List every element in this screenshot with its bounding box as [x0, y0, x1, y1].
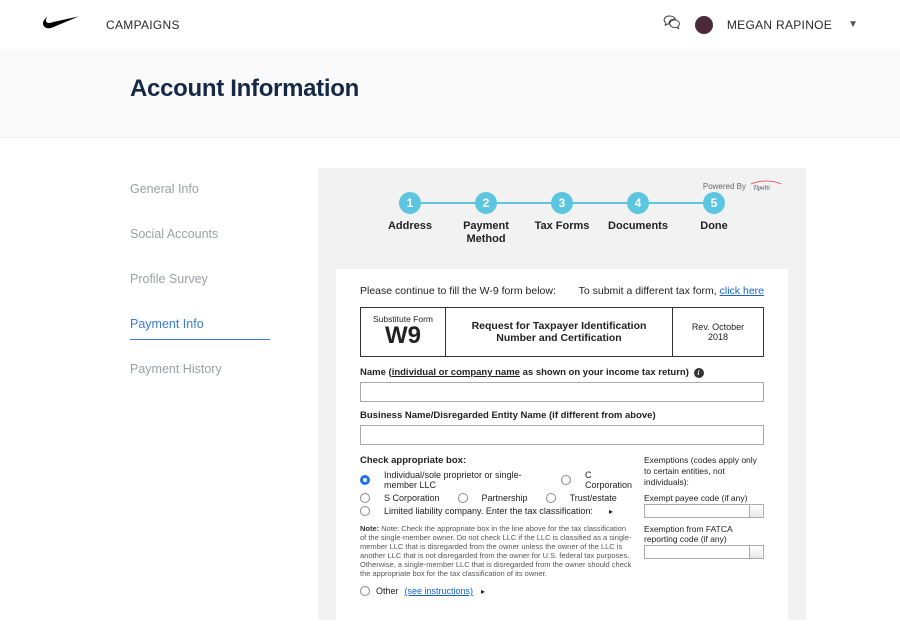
radio-partnership-label: Partnership [482, 493, 528, 503]
side-tab-general-info[interactable]: General Info [130, 168, 270, 205]
step-tax-forms[interactable]: 3 Tax Forms [524, 192, 600, 233]
tipalti-logo-icon: Tipalti [750, 180, 782, 192]
business-name-input[interactable] [360, 425, 764, 445]
form-header-left: Substitute Form W9 [361, 308, 446, 356]
stepper: 1 Address 2 Payment Method 3 Tax Forms 4… [336, 192, 788, 245]
step-circle: 2 [475, 192, 497, 214]
check-box-label: Check appropriate box: [360, 455, 632, 466]
content: General Info Social Accounts Profile Sur… [0, 138, 900, 620]
top-bar-right: MEGAN RAPINOE ▼ [663, 14, 858, 35]
exempt-fatca-select[interactable] [644, 545, 764, 559]
step-label: Payment Method [448, 220, 524, 245]
top-bar: CAMPAIGNS MEGAN RAPINOE ▼ [0, 0, 900, 49]
w9-form: Please continue to fill the W-9 form bel… [336, 269, 788, 620]
radio-scorp-label: S Corporation [384, 493, 440, 503]
llc-dropdown-icon[interactable]: ▸ [609, 507, 613, 516]
radio-llc[interactable] [360, 506, 370, 516]
form-instruction: Please continue to fill the W-9 form bel… [360, 285, 556, 297]
powered-by-label: Powered By [703, 182, 746, 191]
side-tab-payment-info[interactable]: Payment Info [130, 303, 270, 340]
radio-ccorp-label: C Corporation [585, 470, 632, 490]
page-title: Account Information [130, 75, 770, 103]
name-label: Name (individual or company name as show… [360, 367, 764, 378]
brand-logo[interactable] [42, 14, 80, 35]
side-tab-payment-history[interactable]: Payment History [130, 348, 270, 385]
other-dropdown-icon[interactable]: ▸ [481, 587, 485, 596]
step-done[interactable]: 5 Done [676, 192, 752, 233]
radio-ccorp[interactable] [561, 475, 571, 485]
step-label: Address [388, 220, 432, 233]
name-input[interactable] [360, 382, 764, 402]
radio-partnership[interactable] [458, 493, 468, 503]
radio-individual-label: Individual/sole proprietor or single-mem… [384, 470, 543, 490]
radio-llc-label: Limited liability company. Enter the tax… [384, 506, 593, 516]
form-header-box: Substitute Form W9 Request for Taxpayer … [360, 307, 764, 357]
see-instructions-link[interactable]: (see instructions) [405, 586, 474, 596]
nav-campaigns[interactable]: CAMPAIGNS [106, 18, 180, 32]
form-header-rev: Rev. October 2018 [673, 308, 763, 356]
exemptions-heading: Exemptions (codes apply only to certain … [644, 455, 764, 487]
payment-panel: Powered By Tipalti 1 Address 2 Payment M… [318, 168, 806, 620]
radio-other-label: Other [376, 586, 399, 596]
side-tabs: General Info Social Accounts Profile Sur… [130, 168, 270, 385]
radio-individual[interactable] [360, 475, 370, 485]
step-circle: 3 [551, 192, 573, 214]
step-label: Done [700, 220, 728, 233]
user-menu-chevron-icon[interactable]: ▼ [848, 19, 858, 30]
side-tab-profile-survey[interactable]: Profile Survey [130, 258, 270, 295]
form-alt-tax: To submit a different tax form, click he… [579, 285, 764, 297]
step-payment-method[interactable]: 2 Payment Method [448, 192, 524, 245]
radio-trust[interactable] [546, 493, 556, 503]
step-circle: 5 [703, 192, 725, 214]
business-name-label: Business Name/Disregarded Entity Name (i… [360, 410, 764, 421]
info-icon[interactable]: i [694, 368, 704, 378]
note-text: Note: Note: Check the appropriate box in… [360, 524, 632, 578]
click-here-link[interactable]: click here [720, 285, 764, 297]
radio-scorp[interactable] [360, 493, 370, 503]
radio-other[interactable] [360, 586, 370, 596]
top-bar-left: CAMPAIGNS [42, 14, 180, 35]
side-tab-social-accounts[interactable]: Social Accounts [130, 213, 270, 250]
step-label: Documents [608, 220, 668, 233]
exempt-payee-label: Exempt payee code (if any) [644, 493, 764, 504]
chat-icon[interactable] [663, 14, 681, 35]
exempt-fatca-label: Exemption from FATCA reporting code (if … [644, 524, 764, 545]
step-address[interactable]: 1 Address [372, 192, 448, 233]
powered-by: Powered By Tipalti [703, 180, 782, 192]
svg-text:Tipalti: Tipalti [753, 185, 770, 192]
user-avatar[interactable] [695, 16, 713, 34]
exempt-payee-select[interactable] [644, 504, 764, 518]
step-label: Tax Forms [535, 220, 590, 233]
radio-trust-label: Trust/estate [570, 493, 617, 503]
step-circle: 1 [399, 192, 421, 214]
step-circle: 4 [627, 192, 649, 214]
step-documents[interactable]: 4 Documents [600, 192, 676, 233]
form-header-title: Request for Taxpayer Identification Numb… [446, 308, 673, 356]
user-name-label: MEGAN RAPINOE [727, 18, 832, 32]
page-header: Account Information [0, 49, 900, 138]
